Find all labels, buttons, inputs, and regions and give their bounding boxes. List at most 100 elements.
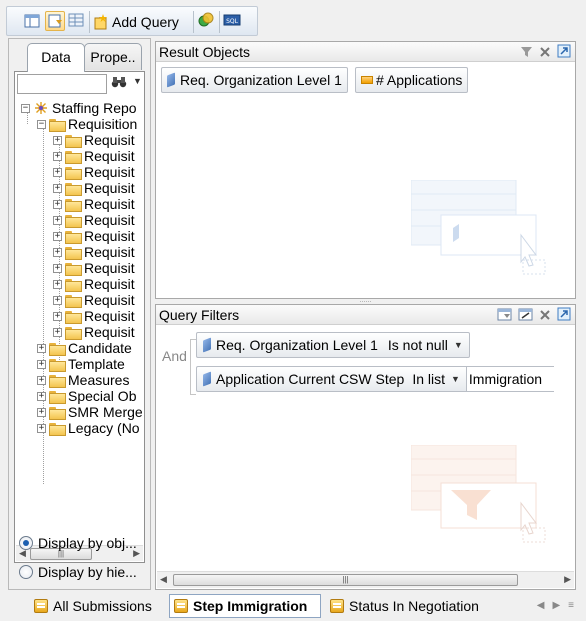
edit-filter-icon[interactable] bbox=[518, 306, 533, 326]
folder-icon bbox=[65, 198, 82, 212]
scrollbar-thumb[interactable]: ||| bbox=[173, 574, 518, 586]
expand-icon[interactable]: + bbox=[53, 151, 62, 161]
tree-item-label: SMR Merge bbox=[68, 404, 143, 420]
scroll-right-icon[interactable]: ▶ bbox=[564, 574, 571, 585]
tab-data[interactable]: Data bbox=[27, 43, 85, 72]
expand-icon[interactable]: + bbox=[53, 135, 62, 145]
query-icon bbox=[34, 599, 48, 613]
tree-item-requisition-child[interactable]: + Requisit bbox=[53, 212, 135, 228]
tree-item-requisition-child[interactable]: + Requisit bbox=[53, 196, 135, 212]
tree-item-label: Requisition bbox=[68, 116, 138, 132]
search-input[interactable] bbox=[17, 74, 107, 94]
result-object-applications[interactable]: # Applications bbox=[355, 67, 469, 93]
expand-icon[interactable]: + bbox=[53, 263, 62, 273]
chevron-down-icon[interactable]: ▼ bbox=[133, 76, 142, 86]
data-preview-icon[interactable] bbox=[67, 11, 87, 31]
result-object-req-org-level[interactable]: Req. Organization Level 1 bbox=[161, 67, 348, 93]
tree-item-requisition-child[interactable]: + Requisit bbox=[53, 276, 135, 292]
drop-filters-illustration bbox=[411, 445, 546, 543]
expand-icon[interactable]: + bbox=[37, 423, 46, 433]
add-query-button[interactable]: Add Query bbox=[93, 12, 179, 32]
tab-all-submissions[interactable]: All Submissions bbox=[30, 594, 166, 618]
expand-icon[interactable]: + bbox=[53, 279, 62, 289]
tree-item-requisition-child[interactable]: + Requisit bbox=[53, 180, 135, 196]
expand-icon[interactable]: + bbox=[53, 247, 62, 257]
tree-item-requisition[interactable]: − Requisition bbox=[37, 116, 137, 132]
tab-scroll-right-icon[interactable]: ▶ bbox=[552, 600, 560, 611]
tree-item-folder[interactable]: + Legacy (No bbox=[37, 420, 140, 436]
scroll-left-icon[interactable]: ◀ bbox=[160, 574, 167, 585]
folder-icon bbox=[65, 150, 82, 164]
tree-item-label: Requisit bbox=[84, 228, 135, 244]
tab-step-immigration[interactable]: Step Immigration bbox=[169, 594, 321, 618]
tree-item-folder[interactable]: + Template bbox=[37, 356, 125, 372]
binoculars-icon[interactable] bbox=[111, 75, 127, 92]
tab-properties[interactable]: Prope.. bbox=[84, 43, 142, 70]
tree-item-label: Requisit bbox=[84, 196, 135, 212]
expand-icon[interactable]: + bbox=[53, 295, 62, 305]
tree-item-requisition-child[interactable]: + Requisit bbox=[53, 260, 135, 276]
result-view-icon[interactable] bbox=[22, 11, 42, 31]
folder-icon bbox=[49, 390, 66, 404]
tree-item-requisition-child[interactable]: + Requisit bbox=[53, 132, 135, 148]
universe-icon bbox=[33, 101, 49, 115]
expand-icon[interactable]: + bbox=[53, 183, 62, 193]
close-icon[interactable] bbox=[539, 306, 551, 326]
tree-item-label: Requisit bbox=[84, 308, 135, 324]
folder-icon bbox=[65, 182, 82, 196]
and-operator[interactable]: And bbox=[162, 348, 187, 364]
tree-item-folder[interactable]: + Special Ob bbox=[37, 388, 136, 404]
tree-item-requisition-child[interactable]: + Requisit bbox=[53, 228, 135, 244]
pin-icon[interactable] bbox=[557, 306, 571, 326]
combine-queries-icon[interactable] bbox=[197, 11, 217, 31]
expand-icon[interactable]: + bbox=[53, 311, 62, 321]
collapse-icon[interactable]: − bbox=[37, 119, 46, 129]
filter-operator[interactable]: In list bbox=[412, 371, 445, 387]
tree-item-requisition-child[interactable]: + Requisit bbox=[53, 164, 135, 180]
tree-item-requisition-child[interactable]: + Requisit bbox=[53, 324, 135, 340]
filter-icon[interactable] bbox=[520, 43, 533, 63]
expand-icon[interactable]: + bbox=[53, 167, 62, 177]
expand-icon[interactable]: + bbox=[37, 407, 46, 417]
tree-item-folder[interactable]: + Candidate bbox=[37, 340, 132, 356]
filter-application-step[interactable]: Application Current CSW Step In list ▼ I… bbox=[196, 366, 554, 392]
expand-icon[interactable]: + bbox=[37, 343, 46, 353]
tab-label: Step Immigration bbox=[193, 598, 308, 614]
chevron-down-icon[interactable]: ▼ bbox=[454, 340, 463, 350]
display-by-hierarchy-radio[interactable]: Display by hie... bbox=[19, 564, 137, 580]
chevron-down-icon[interactable]: ▼ bbox=[451, 374, 460, 384]
tree-item-requisition-child[interactable]: + Requisit bbox=[53, 244, 135, 260]
filter-value-input[interactable]: Immigration bbox=[465, 366, 554, 392]
close-icon[interactable] bbox=[539, 43, 551, 63]
expand-icon[interactable]: + bbox=[53, 199, 62, 209]
tab-scroll-left-icon[interactable]: ◀ bbox=[537, 600, 545, 611]
display-by-objects-radio[interactable]: Display by obj... bbox=[19, 535, 137, 551]
expand-icon[interactable]: + bbox=[37, 359, 46, 369]
tree-item-requisition-child[interactable]: + Requisit bbox=[53, 292, 135, 308]
expand-icon[interactable]: + bbox=[37, 375, 46, 385]
tree-item-requisition-child[interactable]: + Requisit bbox=[53, 148, 135, 164]
folder-open-icon bbox=[49, 118, 66, 132]
tree-item-root[interactable]: − Staffing Repo bbox=[21, 100, 137, 116]
filter-req-org-level[interactable]: Req. Organization Level 1 Is not null ▼ bbox=[196, 332, 470, 358]
expand-icon[interactable]: + bbox=[53, 327, 62, 337]
tree-item-requisition-child[interactable]: + Requisit bbox=[53, 308, 135, 324]
filter-value: Immigration bbox=[468, 371, 543, 387]
tree-item-folder[interactable]: + Measures bbox=[37, 372, 129, 388]
tab-data-label: Data bbox=[41, 49, 71, 65]
query-view-icon[interactable] bbox=[45, 11, 65, 31]
universe-tree-container: ▼ − Staffing Repo − Requisition + Requisit + Re… bbox=[14, 71, 145, 563]
filters-horizontal-scrollbar[interactable]: ◀ ||| ▶ bbox=[157, 571, 574, 588]
tree-item-folder[interactable]: + SMR Merge bbox=[37, 404, 143, 420]
tab-list-icon[interactable]: ≡ bbox=[568, 600, 574, 611]
toolbar-separator bbox=[219, 11, 220, 33]
expand-icon[interactable]: + bbox=[53, 231, 62, 241]
expand-icon[interactable]: + bbox=[53, 215, 62, 225]
pin-icon[interactable] bbox=[557, 43, 571, 63]
sql-icon[interactable]: SQL bbox=[223, 11, 243, 31]
tab-status-in-negotiation[interactable]: Status In Negotiation bbox=[326, 594, 502, 618]
collapse-icon[interactable]: − bbox=[21, 103, 30, 113]
expand-icon[interactable]: + bbox=[37, 391, 46, 401]
predefined-filter-icon[interactable] bbox=[497, 306, 512, 326]
filter-operator[interactable]: Is not null bbox=[388, 337, 448, 353]
